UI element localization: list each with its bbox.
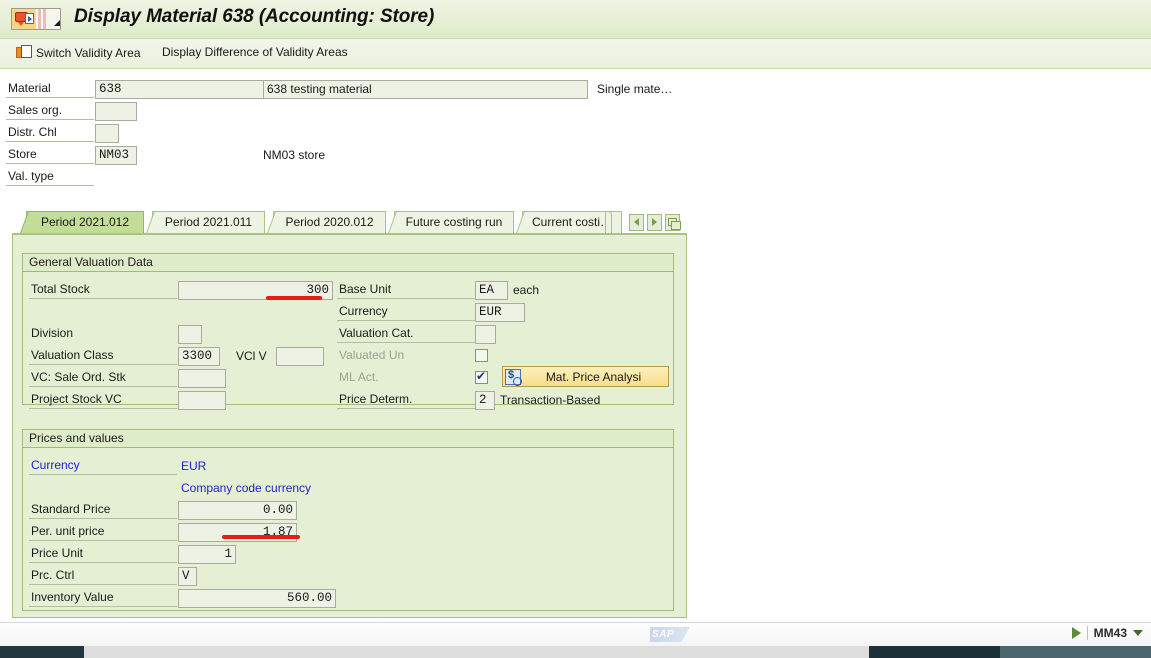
store-description-text: NM03 store: [263, 148, 326, 162]
price-analysis-icon: [505, 368, 522, 386]
tab-period-2021-012[interactable]: Period 2021.012: [26, 211, 144, 234]
taskbar-segment-right: [869, 646, 1000, 658]
annotation-underline-per-unit-price: [222, 535, 300, 539]
tab-strip-handle: [605, 211, 612, 234]
price-determ-label: Price Determ.: [337, 391, 475, 409]
distr-chl-label: Distr. Chl: [6, 124, 94, 142]
display-difference-button[interactable]: Display Difference of Validity Areas: [162, 45, 348, 59]
prices-and-values-title: Prices and values: [23, 430, 673, 448]
prices-currency-value: EUR: [181, 459, 207, 473]
material-type-text: Single mate…: [597, 82, 673, 96]
base-unit-input[interactable]: EA: [475, 281, 508, 300]
switch-validity-area-button[interactable]: Switch Validity Area: [16, 45, 141, 60]
price-unit-input[interactable]: 1: [178, 545, 236, 564]
play-icon[interactable]: [1071, 627, 1081, 639]
sales-org-label: Sales org.: [6, 102, 94, 120]
mat-price-analysis-button[interactable]: Mat. Price Analysi: [502, 366, 669, 387]
status-separator: [1086, 626, 1088, 640]
vc-sale-ord-stk-label: VC: Sale Ord. Stk: [29, 369, 177, 387]
company-code-currency-label: Company code currency: [181, 481, 312, 495]
valuation-currency-input[interactable]: EUR: [475, 303, 525, 322]
price-determ-input[interactable]: 2: [475, 391, 495, 410]
tab-list-button[interactable]: [665, 213, 681, 231]
base-unit-text: each: [513, 283, 540, 297]
project-stock-vc-label: Project Stock VC: [29, 391, 177, 409]
page-title: Display Material 638 (Accounting: Store): [74, 6, 435, 27]
taskbar-segment-tray: [1000, 646, 1151, 658]
sales-org-input[interactable]: [95, 102, 137, 121]
base-unit-label: Base Unit: [337, 281, 475, 299]
vcl-v-label: VCl V: [236, 349, 267, 363]
material-label: Material: [6, 80, 94, 98]
valuation-cat-label: Valuation Cat.: [337, 325, 475, 343]
os-taskbar: [0, 646, 1151, 658]
valuation-cat-input[interactable]: [475, 325, 496, 344]
tab-content-panel: General Valuation Data Total Stock 300 B…: [12, 233, 687, 618]
general-valuation-data-group: General Valuation Data Total Stock 300 B…: [22, 253, 674, 410]
tab-period-2021-011[interactable]: Period 2021.011: [152, 211, 265, 234]
period-tab-strip: Period 2021.012 Period 2021.011 Period 2…: [18, 211, 686, 235]
vcl-v-input[interactable]: [276, 347, 324, 366]
inventory-value-label: Inventory Value: [29, 589, 177, 607]
project-stock-vc-input[interactable]: [178, 391, 226, 410]
annotation-underline-total-stock: [266, 296, 322, 300]
tab-scroll-left-button[interactable]: [629, 213, 644, 231]
transaction-code-text: MM43: [1093, 626, 1127, 640]
window-title-bar: Display Material 638 (Accounting: Store): [0, 0, 1151, 39]
valuated-un-checkbox[interactable]: [475, 349, 488, 362]
inventory-value-input[interactable]: 560.00: [178, 589, 336, 608]
val-type-label: Val. type: [6, 168, 94, 186]
ml-act-checkbox[interactable]: [475, 369, 488, 384]
prc-ctrl-label: Prc. Ctrl: [29, 567, 177, 585]
prices-currency-label[interactable]: Currency: [29, 457, 177, 475]
sap-gui-window: Display Material 638 (Accounting: Store)…: [0, 0, 1151, 658]
standard-price-input[interactable]: 0.00: [178, 501, 297, 520]
taskbar-segment-active-window[interactable]: [84, 646, 869, 658]
switch-icon: [16, 45, 33, 60]
tab-navigation: [629, 211, 681, 233]
per-unit-price-input[interactable]: 1.87: [178, 523, 297, 542]
material-description-input[interactable]: 638 testing material: [263, 80, 588, 99]
total-stock-label: Total Stock: [29, 281, 177, 299]
per-unit-price-label: Per. unit price: [29, 523, 177, 541]
division-input[interactable]: [178, 325, 202, 344]
display-difference-label: Display Difference of Validity Areas: [162, 45, 348, 59]
store-label: Store: [6, 146, 94, 164]
prc-ctrl-input[interactable]: V: [178, 567, 197, 586]
ml-act-label: ML Act.: [339, 370, 379, 384]
tab-future-costing-run[interactable]: Future costing run: [394, 211, 514, 234]
application-toolbar: Switch Validity Area Display Difference …: [0, 39, 1151, 69]
status-bar: SAP MM43: [0, 622, 1151, 646]
valuation-class-input[interactable]: 3300: [178, 347, 220, 366]
tab-scroll-right-button[interactable]: [647, 213, 662, 231]
material-header-fields: Material 638 638 testing material Single…: [0, 69, 1151, 197]
price-unit-label: Price Unit: [29, 545, 177, 563]
valuated-un-label: Valuated Un: [339, 348, 405, 362]
store-input[interactable]: NM03: [95, 146, 137, 165]
vc-sale-ord-stk-input[interactable]: [178, 369, 226, 388]
status-bar-right: MM43: [1071, 626, 1143, 640]
price-determ-text: Transaction-Based: [500, 393, 601, 407]
sap-logo: SAP: [650, 627, 690, 642]
distr-chl-input[interactable]: [95, 124, 119, 143]
general-valuation-data-title: General Valuation Data: [23, 254, 673, 272]
standard-price-label: Standard Price: [29, 501, 177, 519]
switch-validity-area-label: Switch Validity Area: [36, 45, 141, 60]
valuation-currency-label: Currency: [337, 303, 475, 321]
mat-price-analysis-label: Mat. Price Analysi: [545, 369, 642, 384]
taskbar-segment-left: [0, 646, 84, 658]
material-input[interactable]: 638: [95, 80, 265, 99]
tab-period-2020-012[interactable]: Period 2020.012: [273, 211, 386, 234]
chevron-down-icon[interactable]: [1133, 630, 1143, 636]
valuation-class-label: Valuation Class: [29, 347, 177, 365]
division-label: Division: [31, 326, 74, 340]
material-master-icon: [11, 8, 61, 30]
prices-and-values-group: Prices and values Currency EUR Company c…: [22, 429, 674, 611]
